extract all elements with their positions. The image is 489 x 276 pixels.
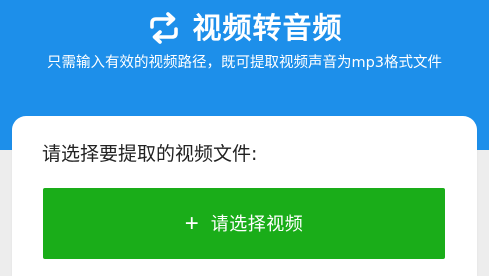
select-video-card: 请选择要提取的视频文件: + 请选择视频 — [12, 116, 477, 276]
title-row: 视频转音频 — [0, 8, 489, 48]
select-video-button[interactable]: + 请选择视频 — [43, 188, 445, 259]
sync-icon — [150, 12, 179, 44]
page-subtitle: 只需输入有效的视频路径，既可提取视频声音为mp3格式文件 — [46, 55, 443, 71]
select-prompt-label: 请选择要提取的视频文件: — [42, 143, 258, 165]
plus-icon: + — [184, 209, 199, 237]
page-title: 视频转音频 — [192, 11, 343, 45]
select-video-button-label: 请选择视频 — [210, 213, 304, 234]
